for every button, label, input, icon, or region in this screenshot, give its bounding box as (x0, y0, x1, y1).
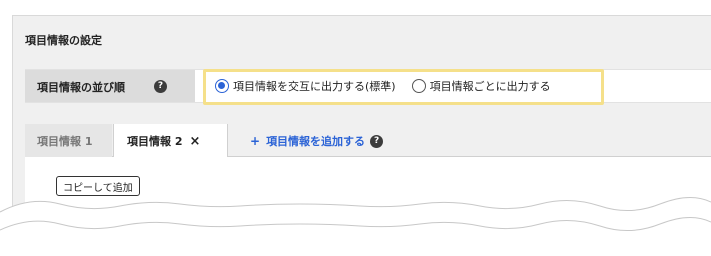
order-radio-group: 項目情報を交互に出力する(標準) 項目情報ごとに出力する (215, 78, 551, 94)
torn-edge-decoration (0, 197, 711, 256)
tab-item-1-label: 項目情報 1 (37, 134, 93, 148)
tab-strip: 項目情報 1 項目情報 2 × + 項目情報を追加する ? (25, 124, 711, 158)
plus-icon: + (250, 134, 261, 148)
radio-per-item-label: 項目情報ごとに出力する (429, 80, 551, 93)
radio-alternate-label: 項目情報を交互に出力する(標準) (233, 80, 396, 93)
add-item-label: 項目情報を追加する (266, 135, 366, 148)
order-label-text: 項目情報の並び順 (37, 81, 125, 94)
radio-per-item[interactable] (411, 79, 426, 93)
order-row: 項目情報の並び順 ? 項目情報を交互に出力する(標準) 項目情報ごとに出力する (25, 69, 711, 105)
radio-alternate[interactable] (215, 79, 229, 93)
radio-option-alternate[interactable]: 項目情報を交互に出力する(標準) (215, 78, 396, 94)
tab-item-2[interactable]: 項目情報 2 × (113, 124, 228, 158)
order-label-cell: 項目情報の並び順 ? (25, 70, 195, 102)
tab-item-2-label: 項目情報 2 (127, 135, 183, 148)
order-help-icon[interactable]: ? (154, 80, 167, 93)
close-icon[interactable]: × (189, 135, 200, 148)
add-help-icon[interactable]: ? (370, 134, 384, 148)
panel-title: 項目情報の設定 (25, 34, 102, 47)
tab-item-1[interactable]: 項目情報 1 (25, 124, 112, 157)
order-label: 項目情報の並び順 ? (37, 79, 167, 95)
radio-option-per-item[interactable]: 項目情報ごとに出力する (411, 78, 551, 94)
page: 項目情報の設定 項目情報の並び順 ? 項目情報を交互に出力する(標準) 項目情報… (0, 0, 711, 256)
add-item-link[interactable]: + 項目情報を追加する ? (250, 133, 384, 149)
